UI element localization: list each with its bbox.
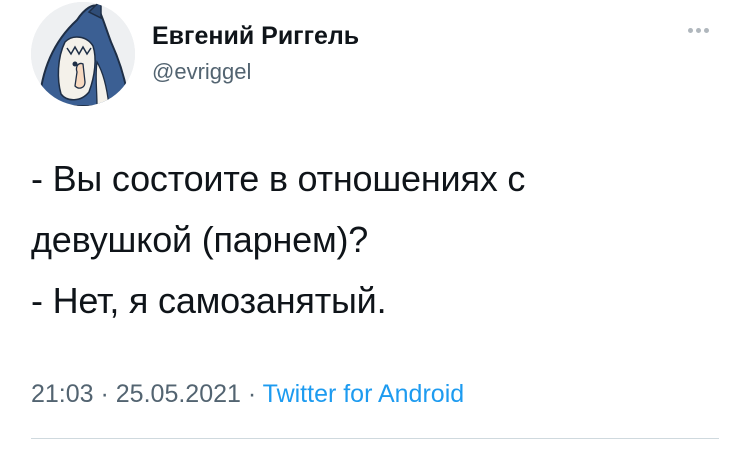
author-name[interactable]: Евгений Риггель (152, 22, 359, 51)
tweet-text-line: девушкой (парнем)? (31, 219, 369, 260)
author-handle[interactable]: @evriggel (152, 59, 251, 85)
more-dot (703, 27, 709, 33)
tweet-text-line: - Нет, я самозанятый. (31, 280, 387, 321)
tweet-card: Евгений Риггель @evriggel - Вы состоите … (0, 0, 750, 450)
more-dot (695, 27, 701, 33)
shark-avatar-icon (31, 2, 135, 106)
avatar[interactable] (31, 2, 135, 106)
more-options-icon[interactable] (678, 18, 718, 42)
tweet-text: - Вы состоите в отношениях с девушкой (п… (31, 148, 721, 331)
tweet-meta: 21:03 · 25.05.2021 · Twitter for Android (31, 380, 464, 409)
tweet-source-link[interactable]: Twitter for Android (263, 380, 464, 408)
tweet-time[interactable]: 21:03 (31, 380, 94, 408)
meta-separator: · (93, 380, 116, 408)
tweet-text-line: - Вы состоите в отношениях с (31, 158, 526, 199)
tweet-date[interactable]: 25.05.2021 (116, 380, 241, 408)
divider (31, 438, 719, 439)
more-dot (687, 27, 693, 33)
meta-separator: · (240, 380, 263, 408)
